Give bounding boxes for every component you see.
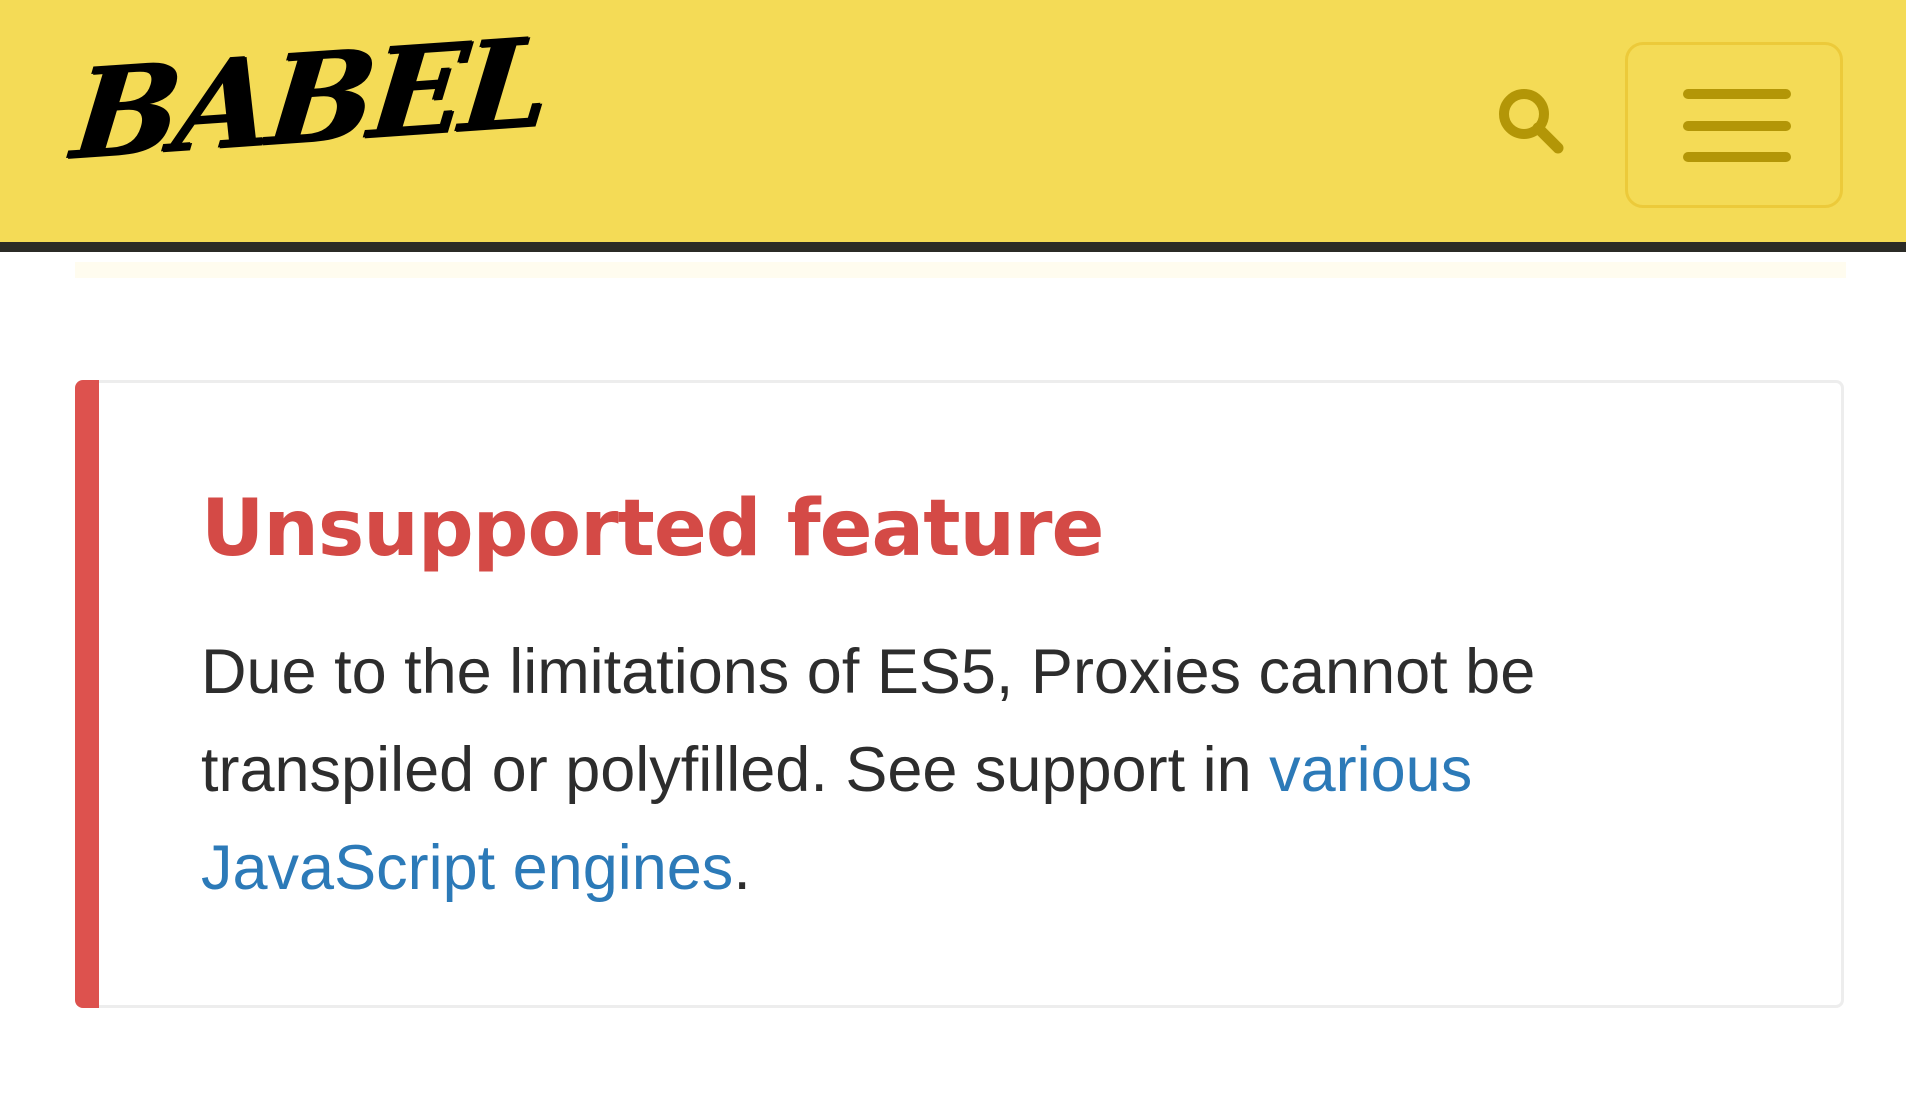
babel-logo[interactable]: BABEL xyxy=(66,10,554,214)
alert-accent-bar xyxy=(75,380,99,1008)
unsupported-feature-alert: Unsupported feature Due to the limitatio… xyxy=(75,380,1844,1008)
logo-text: BABEL xyxy=(65,10,554,188)
alert-body-end: . xyxy=(733,833,751,903)
alert-title: Unsupported feature xyxy=(201,484,1104,574)
navbar-shadow-strip xyxy=(75,262,1846,278)
menu-toggle-button[interactable] xyxy=(1625,42,1843,208)
top-navbar: BABEL xyxy=(0,0,1906,252)
search-icon xyxy=(1499,89,1564,154)
alert-body: Due to the limitations of ES5, Proxies c… xyxy=(201,623,1761,917)
search-button[interactable] xyxy=(1492,82,1572,162)
